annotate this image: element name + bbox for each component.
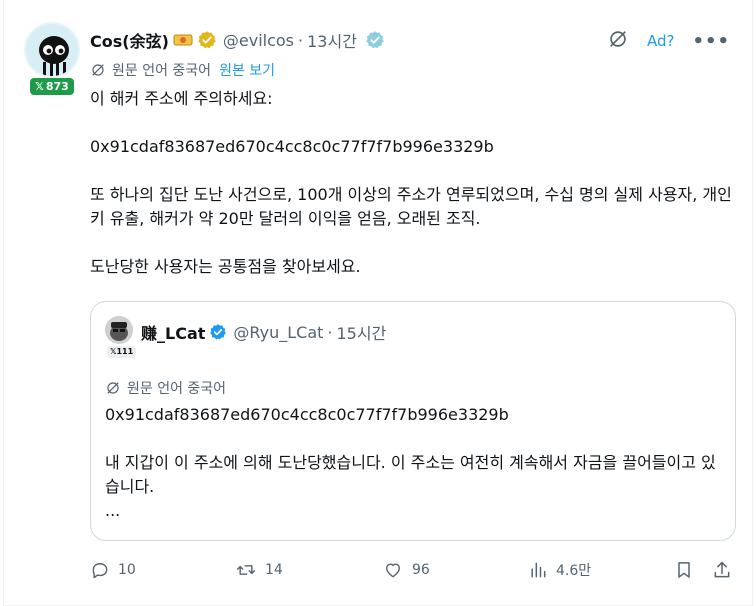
action-bar: 10 14 96 4.6만	[90, 558, 736, 582]
views-icon	[528, 560, 548, 580]
quote-header: 赚_LCat @Ryu_LCat · 15시간	[141, 320, 386, 344]
tweet-address: 0x91cdaf83687ed670c4cc8c0c77f7f7b996e332…	[90, 137, 494, 156]
quote-handle[interactable]: @Ryu_LCat	[233, 323, 323, 342]
quote-display-name[interactable]: 赚_LCat	[141, 320, 205, 344]
like-count: 96	[412, 562, 430, 578]
share-button[interactable]	[712, 558, 732, 582]
tweet-header: Cos(余弦) @evilcos · 13시간	[90, 28, 385, 52]
reply-count: 10	[118, 562, 136, 578]
retweet-icon	[235, 560, 257, 580]
quote-badge-count: 111	[116, 347, 134, 356]
translation-info: 원문 언어 중국어 원본 보기	[90, 60, 275, 80]
translate-icon	[90, 62, 106, 78]
quote-address: 0x91cdaf83687ed670c4cc8c0c77f7f7b996e332…	[105, 405, 509, 424]
tweet-time[interactable]: 13시간	[307, 28, 357, 52]
follower-badge: 𝕏 873	[30, 78, 74, 95]
author-display-name[interactable]: Cos(余弦)	[90, 28, 169, 52]
quote-ellipsis: ...	[105, 501, 121, 520]
views-button[interactable]: 4.6만	[528, 558, 591, 582]
follower-badge-count: 873	[45, 80, 69, 93]
like-button[interactable]: 96	[382, 558, 430, 582]
author-avatar-group[interactable]: 𝕏 873	[24, 22, 82, 96]
author-handle[interactable]: @evilcos	[223, 31, 294, 50]
quote-follower-badge: 𝕏111	[107, 346, 137, 358]
tweet-closing: 도난당한 사용자는 공통점을 찾아보세요.	[90, 257, 361, 276]
x-logo-icon: 𝕏	[35, 80, 44, 93]
tweet-paragraph: 또 하나의 집단 도난 사건으로, 100개 이상의 주소가 연루되었으며, 수…	[90, 185, 732, 228]
translation-label: 원문 언어 중국어	[112, 63, 212, 79]
reply-button[interactable]: 10	[90, 558, 136, 582]
show-original-link[interactable]: 원본 보기	[219, 60, 275, 80]
avatar[interactable]	[24, 22, 80, 78]
verified-badge-icon	[209, 323, 227, 341]
share-icon	[712, 560, 732, 580]
tweet-card[interactable]: 𝕏 873 Cos(余弦) @evilcos · 13시간 Ad? ••• 원문…	[3, 0, 753, 606]
more-options-icon[interactable]: •••	[692, 31, 730, 52]
quote-translation-label: 원문 언어 중국어	[127, 381, 227, 397]
quote-body: 0x91cdaf83687ed670c4cc8c0c77f7f7b996e332…	[105, 403, 723, 523]
quote-time[interactable]: 15시간	[337, 320, 387, 344]
separator-dot: ·	[298, 30, 304, 50]
grok-slash-icon[interactable]	[607, 28, 629, 54]
quote-text: 내 지갑이 이 주소에 의해 도난당했습니다. 이 주소는 여전히 계속해서 자…	[105, 453, 716, 496]
like-icon	[382, 560, 404, 580]
tweet-top-actions: Ad? •••	[607, 28, 730, 54]
ad-label[interactable]: Ad?	[647, 32, 674, 50]
quote-tweet[interactable]: 𝕏111 赚_LCat @Ryu_LCat · 15시간 원문 언어 중국어 0…	[90, 301, 736, 541]
sponsor-emblem-icon	[173, 32, 193, 48]
separator-dot: ·	[327, 322, 333, 342]
tweet-line-1: 이 해커 주소에 주의하세요:	[90, 89, 273, 108]
tweet-body: 이 해커 주소에 주의하세요: 0x91cdaf83687ed670c4cc8c…	[90, 87, 738, 279]
verified-badge-icon	[197, 30, 217, 50]
reply-icon	[90, 560, 110, 580]
retweet-button[interactable]: 14	[235, 558, 283, 582]
grok-icon[interactable]	[365, 30, 385, 50]
bookmark-button[interactable]	[674, 558, 694, 582]
views-count: 4.6만	[556, 563, 592, 579]
quote-avatar[interactable]	[105, 316, 133, 344]
quote-translation-info: 원문 언어 중국어	[105, 378, 226, 398]
bookmark-icon	[674, 560, 694, 580]
translate-icon	[105, 380, 121, 396]
retweet-count: 14	[265, 562, 283, 578]
